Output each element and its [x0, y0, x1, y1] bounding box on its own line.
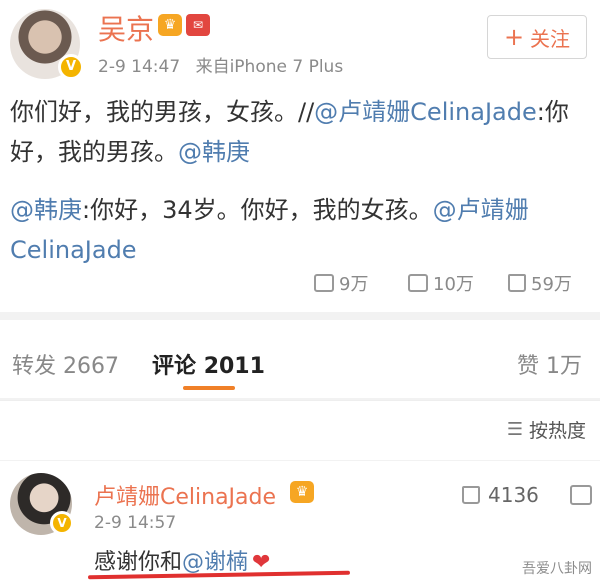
comment-text-body: 感谢你和	[94, 550, 183, 575]
comment-icon	[408, 274, 428, 292]
thumbs-up-icon	[462, 486, 480, 504]
post-source: 来自iPhone 7 Plus	[195, 57, 344, 77]
forward-count: 9万	[339, 274, 369, 295]
comment-item: V 卢靖姗CelinaJade ♛ 2-9 14:57 感谢你和@谢楠 ❤ 413…	[0, 461, 600, 584]
plus-icon: +	[503, 23, 525, 51]
crown-icon: ♛	[290, 481, 314, 503]
tabs-bar: 转发 2667 评论 2011 赞 1万	[0, 320, 600, 398]
repost-text: @韩庚:你好，34岁。你好，我的女孩。@卢靖姗CelinaJade	[10, 190, 590, 270]
tab-comment-count: 2011	[203, 354, 265, 379]
tab-repost[interactable]: 转发 2667	[12, 348, 119, 380]
repost-text-body: :你好，34岁。你好，我的女孩。	[82, 196, 433, 224]
post-text: 你们好，我的男孩，女孩。//@卢靖姗CelinaJade:你好，我的男孩。@韩庚	[10, 92, 590, 172]
vip-icon: ✉	[186, 14, 210, 36]
tab-comment[interactable]: 评论 2011	[152, 348, 265, 380]
sort-icon: ☰	[506, 419, 523, 440]
verified-badge-icon: V	[58, 54, 84, 80]
follow-label: 关注	[530, 26, 571, 51]
tab-repost-count: 2667	[63, 354, 120, 379]
follow-button[interactable]: + 关注	[487, 15, 587, 59]
forward-icon	[314, 274, 334, 292]
mention-link[interactable]: @韩庚	[10, 196, 82, 224]
forward-action[interactable]: 9万	[314, 270, 368, 296]
comment-count: 10万	[433, 274, 474, 295]
sort-bar: ☰ 按热度	[0, 400, 600, 460]
tab-like-label: 赞	[517, 354, 540, 379]
mention-link[interactable]: @韩庚	[178, 138, 250, 166]
sort-label: 按热度	[528, 420, 586, 442]
tab-repost-label: 转发	[12, 354, 57, 379]
reply-icon[interactable]	[570, 485, 592, 505]
crown-icon: ♛	[158, 14, 182, 36]
comment-action[interactable]: 10万	[408, 270, 474, 296]
like-action[interactable]: 59万	[508, 270, 572, 296]
tab-like[interactable]: 赞 1万	[517, 348, 582, 380]
post-card: V 吴京 ♛ ✉ 2-9 14:47 来自iPhone 7 Plus + 关注 …	[0, 0, 600, 312]
post-timestamp: 2-9 14:47	[98, 57, 181, 77]
mention-link[interactable]: @谢楠	[182, 550, 248, 575]
comment-text: 感谢你和@谢楠 ❤	[94, 544, 270, 576]
active-tab-indicator	[183, 386, 235, 390]
sort-button[interactable]: ☰ 按热度	[507, 416, 586, 443]
post-meta: 2-9 14:47 来自iPhone 7 Plus	[98, 52, 343, 77]
mention-link[interactable]: @卢靖姗CelinaJade	[314, 98, 537, 126]
comment-like-count: 4136	[488, 483, 539, 507]
comment-timestamp: 2-9 14:57	[94, 513, 177, 533]
watermark: 吾爱八卦网	[522, 561, 592, 577]
verified-badge-icon: V	[50, 511, 74, 535]
tab-like-count: 1万	[546, 354, 583, 379]
like-count: 59万	[531, 274, 572, 295]
comment-like-button[interactable]: 4136	[462, 483, 539, 507]
author-name[interactable]: 吴京	[98, 8, 154, 48]
post-text-part1: 你们好，我的男孩，女孩。//	[10, 98, 315, 126]
thumbs-up-icon	[508, 274, 526, 292]
tab-comment-label: 评论	[152, 354, 197, 379]
commenter-name[interactable]: 卢靖姗CelinaJade	[94, 479, 276, 511]
